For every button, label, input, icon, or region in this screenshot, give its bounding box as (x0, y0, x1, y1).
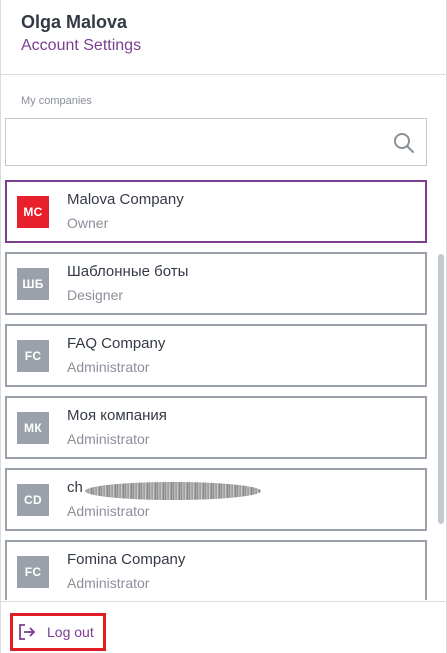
company-card[interactable]: CD ch Administrator (5, 468, 427, 531)
my-companies-label: My companies (21, 95, 92, 107)
search-icon[interactable] (392, 131, 416, 155)
company-card[interactable]: FC FAQ Company Administrator (5, 324, 427, 387)
company-search-input[interactable] (6, 119, 386, 165)
company-role: Administrator (67, 503, 150, 519)
account-panel: Olga Malova Account Settings My companie… (0, 0, 447, 653)
company-search-box (5, 118, 427, 166)
company-role: Designer (67, 287, 124, 303)
account-settings-link[interactable]: Account Settings (21, 35, 141, 57)
company-card[interactable]: ШБ Шаблонные боты Designer (5, 252, 427, 315)
company-role: Owner (67, 215, 109, 231)
company-card[interactable]: МК Моя компания Administrator (5, 396, 427, 459)
logout-icon (19, 624, 36, 640)
company-role: Administrator (67, 431, 150, 447)
company-card[interactable]: FC Fomina Company Administrator (5, 540, 427, 600)
company-name: Шаблонные боты (67, 263, 189, 280)
company-name: Malova Company (67, 191, 184, 208)
company-name: Моя компания (67, 407, 167, 424)
panel-footer: Log out (1, 601, 446, 653)
company-list: MC Malova Company Owner ШБ Шаблонные бот… (1, 176, 447, 600)
logout-label: Log out (47, 624, 94, 640)
list-scrollbar-thumb[interactable] (438, 254, 444, 524)
company-name: FAQ Company (67, 335, 166, 352)
company-name: Fomina Company (67, 551, 186, 568)
company-avatar: ШБ (17, 268, 49, 300)
account-header: Olga Malova Account Settings (1, 0, 446, 75)
company-avatar: CD (17, 484, 49, 516)
redaction-blur (85, 482, 261, 500)
company-name: ch (67, 479, 83, 496)
company-avatar: MC (17, 196, 49, 228)
user-name: Olga Malova (21, 12, 128, 32)
company-role: Administrator (67, 359, 150, 375)
logout-button[interactable]: Log out (10, 613, 106, 651)
company-role: Administrator (67, 575, 150, 591)
company-avatar: МК (17, 412, 49, 444)
company-avatar: FC (17, 340, 49, 372)
company-avatar: FC (17, 556, 49, 588)
company-card[interactable]: MC Malova Company Owner (5, 180, 427, 243)
